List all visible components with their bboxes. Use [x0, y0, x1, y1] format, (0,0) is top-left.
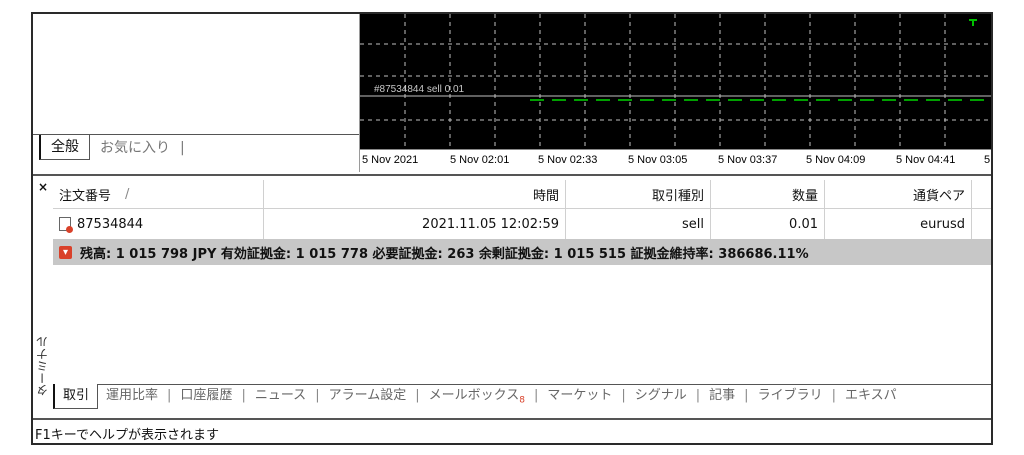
- terminal-vertical-label: ターミナル: [35, 336, 50, 396]
- ticket-cell: 87534844: [53, 209, 264, 239]
- column-header-time[interactable]: 時間: [264, 180, 566, 208]
- tab-mailbox-label: メールボックス: [428, 388, 520, 403]
- status-bar: F1キーでヘルプが表示されます: [33, 418, 991, 443]
- candle: [969, 19, 977, 26]
- time-tick-label: 5 Nov 04:41: [896, 154, 956, 166]
- tab-trade[interactable]: 取引: [53, 384, 99, 409]
- balance-summary-text: 残高: 1 015 798 JPY 有効証拠金: 1 015 778 必要証拠金…: [80, 246, 809, 262]
- column-header-label: 注文番号: [59, 188, 112, 204]
- tab-signals[interactable]: シグナル: [627, 384, 695, 408]
- terminal-panel: × ターミナル 注文番号 / 時間 取引種別 数量 通貨ペア 87534844 …: [33, 174, 991, 418]
- app-window: 全般 お気に入り | #87534844 sell 0.01 5 Nov 202…: [31, 12, 993, 445]
- navigator-panel: 全般 お気に入り |: [33, 14, 360, 172]
- close-icon[interactable]: ×: [38, 180, 48, 194]
- mailbox-count-badge: 8: [519, 395, 525, 406]
- tab-alerts[interactable]: アラーム設定: [321, 384, 415, 408]
- status-bar-text: F1キーでヘルプが表示されます: [35, 428, 219, 443]
- order-icon: [59, 217, 73, 233]
- price-chart[interactable]: #87534844 sell 0.01: [360, 14, 991, 149]
- time-tick-label: 5 Nov 02:01: [450, 154, 510, 166]
- tab-news[interactable]: ニュース: [247, 384, 314, 408]
- time-tick-label: 5 Nov 2021: [362, 154, 419, 166]
- column-header-symbol[interactable]: 通貨ペア: [825, 180, 972, 208]
- tab-general[interactable]: 全般: [39, 135, 90, 160]
- tab-market[interactable]: マーケット: [539, 384, 620, 408]
- column-header-type[interactable]: 取引種別: [566, 180, 711, 208]
- volume-cell: 0.01: [711, 209, 825, 239]
- column-header-ticket[interactable]: 注文番号 /: [53, 180, 264, 208]
- time-tick-label: 5 Nov 02:33: [538, 154, 598, 166]
- time-axis: 5 Nov 2021 5 Nov 02:01 5 Nov 02:33 5 Nov…: [360, 149, 991, 173]
- tab-mailbox[interactable]: メールボックス8: [421, 384, 533, 408]
- tab-experts[interactable]: エキスパ: [837, 384, 905, 408]
- balance-summary-row[interactable]: ▾ 残高: 1 015 798 JPY 有効証拠金: 1 015 778 必要証…: [53, 239, 991, 265]
- navigator-tabs: 全般 お気に入り |: [39, 134, 189, 160]
- type-cell: sell: [566, 209, 711, 239]
- column-header-volume[interactable]: 数量: [711, 180, 825, 208]
- table-header: 注文番号 / 時間 取引種別 数量 通貨ペア: [53, 180, 991, 209]
- time-tick-label: 5 Nov 03:37: [718, 154, 778, 166]
- tab-separator: |: [180, 140, 185, 156]
- tab-library[interactable]: ライブラリ: [750, 384, 831, 408]
- orders-table: 注文番号 / 時間 取引種別 数量 通貨ペア 87534844 2021.11.…: [53, 180, 991, 265]
- terminal-tabs: 取引 運用比率 | 口座履歴 | ニュース | アラーム設定 | メールボックス…: [53, 384, 991, 410]
- time-tick-label: 5 Nov 03:05: [628, 154, 688, 166]
- table-row[interactable]: 87534844 2021.11.05 12:02:59 sell 0.01 e…: [53, 209, 991, 239]
- tab-account-history[interactable]: 口座履歴: [172, 384, 240, 408]
- sort-indicator: /: [125, 186, 130, 202]
- order-line-label: #87534844 sell 0.01: [374, 84, 465, 95]
- chart-canvas: [360, 14, 991, 149]
- chart-grid: [360, 14, 991, 149]
- ticket-value: 87534844: [77, 216, 144, 232]
- balance-icon: ▾: [59, 245, 72, 259]
- tab-articles[interactable]: 記事: [701, 384, 743, 408]
- time-tick-label: 5: [984, 154, 991, 166]
- tab-exposure[interactable]: 運用比率: [98, 384, 166, 408]
- symbol-cell: eurusd: [825, 209, 972, 239]
- tab-favorites[interactable]: お気に入り: [90, 136, 180, 160]
- time-cell: 2021.11.05 12:02:59: [264, 209, 566, 239]
- time-tick-label: 5 Nov 04:09: [806, 154, 866, 166]
